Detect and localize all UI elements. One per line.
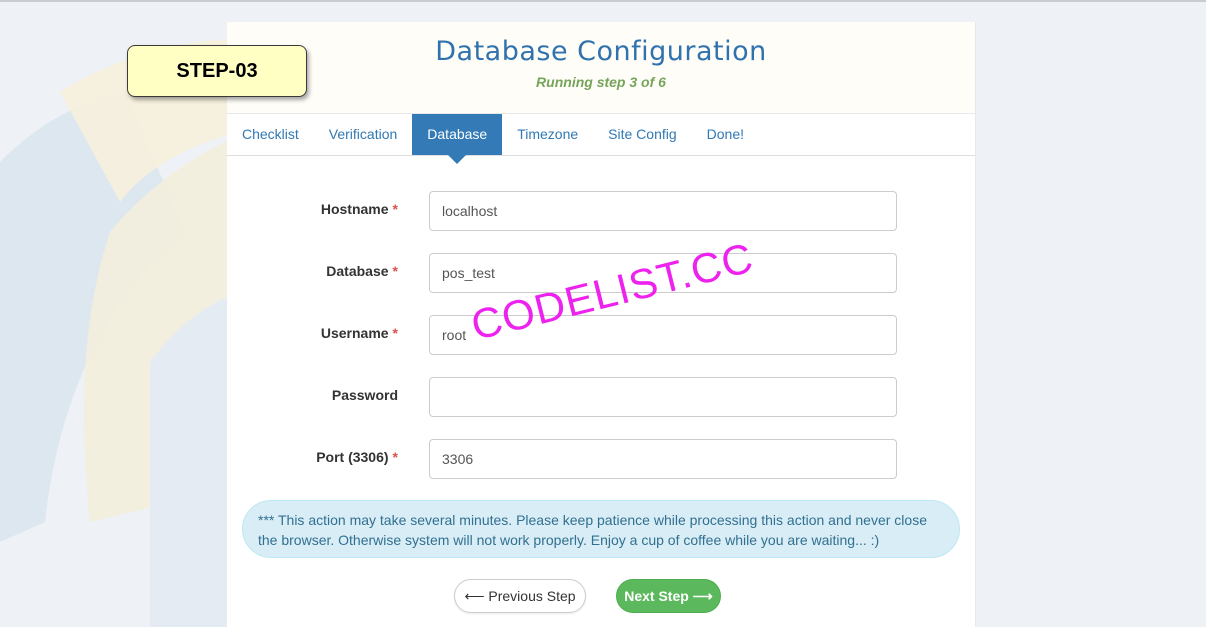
password-label: Password bbox=[331, 387, 398, 403]
step-progress-text: Running step 3 of 6 bbox=[536, 74, 666, 90]
username-input[interactable]: root bbox=[429, 315, 897, 355]
password-row: Password bbox=[227, 377, 976, 417]
tab-database[interactable]: Database bbox=[412, 114, 503, 164]
database-row: Database * pos_test bbox=[227, 253, 976, 293]
page-title: Database Configuration bbox=[435, 36, 767, 67]
hostname-input[interactable]: localhost bbox=[429, 191, 897, 231]
tab-done[interactable]: Done! bbox=[692, 114, 759, 155]
step-badge: STEP-03 bbox=[127, 45, 307, 97]
required-mark: * bbox=[392, 325, 398, 341]
port-input[interactable]: 3306 bbox=[429, 439, 897, 479]
database-form: Hostname * localhost Database * pos_test U… bbox=[227, 156, 975, 496]
installer-panel: Database Configuration Running step 3 of… bbox=[227, 22, 976, 627]
info-alert: *** This action may take several minutes… bbox=[242, 500, 960, 558]
required-mark: * bbox=[392, 263, 398, 279]
hostname-row: Hostname * localhost bbox=[227, 191, 976, 231]
username-row: Username * root bbox=[227, 315, 976, 355]
tab-site-config[interactable]: Site Config bbox=[593, 114, 691, 155]
next-step-button[interactable]: Next Step ⟶ bbox=[616, 579, 721, 613]
hostname-label: Hostname * bbox=[320, 201, 398, 217]
panel-header: Database Configuration Running step 3 of… bbox=[227, 22, 975, 114]
password-input[interactable] bbox=[429, 377, 897, 417]
username-label: Username * bbox=[320, 325, 398, 341]
required-mark: * bbox=[392, 449, 398, 465]
tab-checklist[interactable]: Checklist bbox=[227, 114, 314, 155]
port-label: Port (3306) * bbox=[316, 449, 398, 465]
tab-verification[interactable]: Verification bbox=[314, 114, 412, 155]
previous-step-button[interactable]: ⟵ Previous Step bbox=[454, 579, 586, 613]
database-input[interactable]: pos_test bbox=[429, 253, 897, 293]
required-mark: * bbox=[392, 201, 398, 217]
tab-timezone[interactable]: Timezone bbox=[502, 114, 593, 155]
step-tabs: Checklist Verification Database Timezone… bbox=[227, 114, 975, 164]
database-label: Database * bbox=[326, 263, 398, 279]
port-row: Port (3306) * 3306 bbox=[227, 439, 976, 479]
